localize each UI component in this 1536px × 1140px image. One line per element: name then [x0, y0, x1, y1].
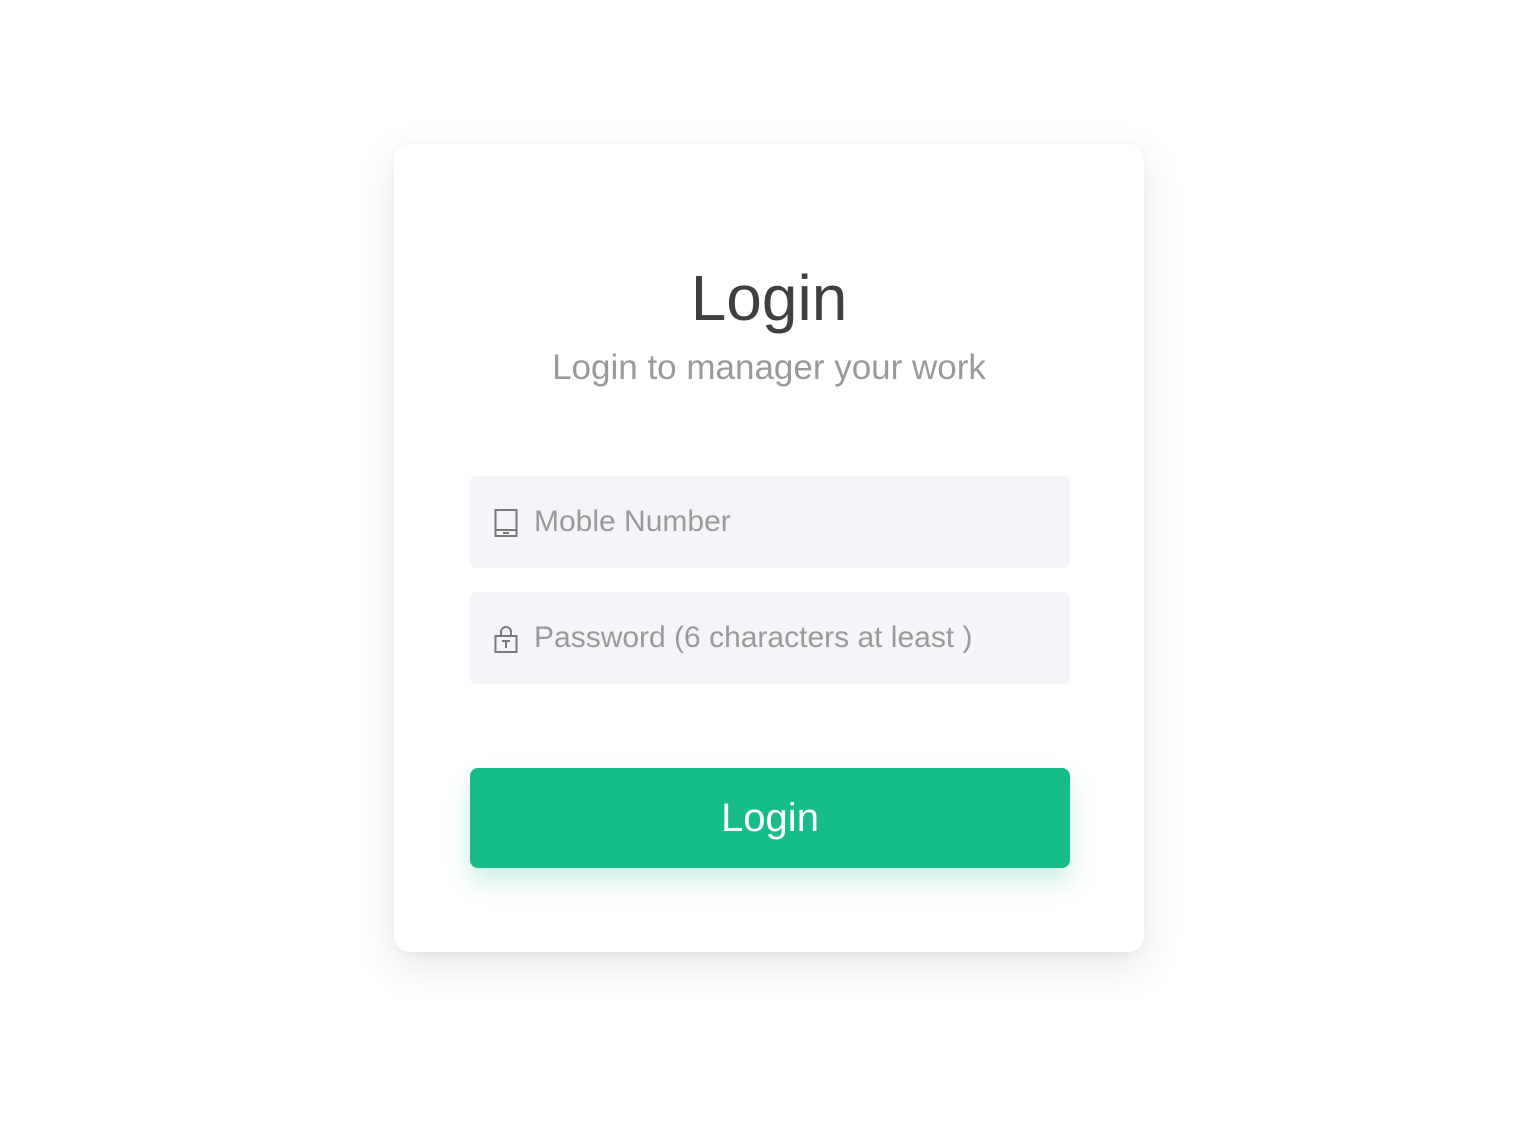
mobile-phone-icon [494, 509, 518, 537]
password-field[interactable] [470, 592, 1070, 684]
page-subtitle: Login to manager your work [552, 348, 986, 387]
mobile-number-input[interactable] [534, 476, 1054, 568]
lock-icon [494, 626, 518, 653]
password-input[interactable] [534, 592, 1054, 684]
page-title: Login [690, 262, 848, 334]
login-card: Login Login to manager your work Login [394, 144, 1144, 952]
login-button[interactable]: Login [470, 768, 1070, 868]
mobile-number-field[interactable] [470, 476, 1070, 568]
